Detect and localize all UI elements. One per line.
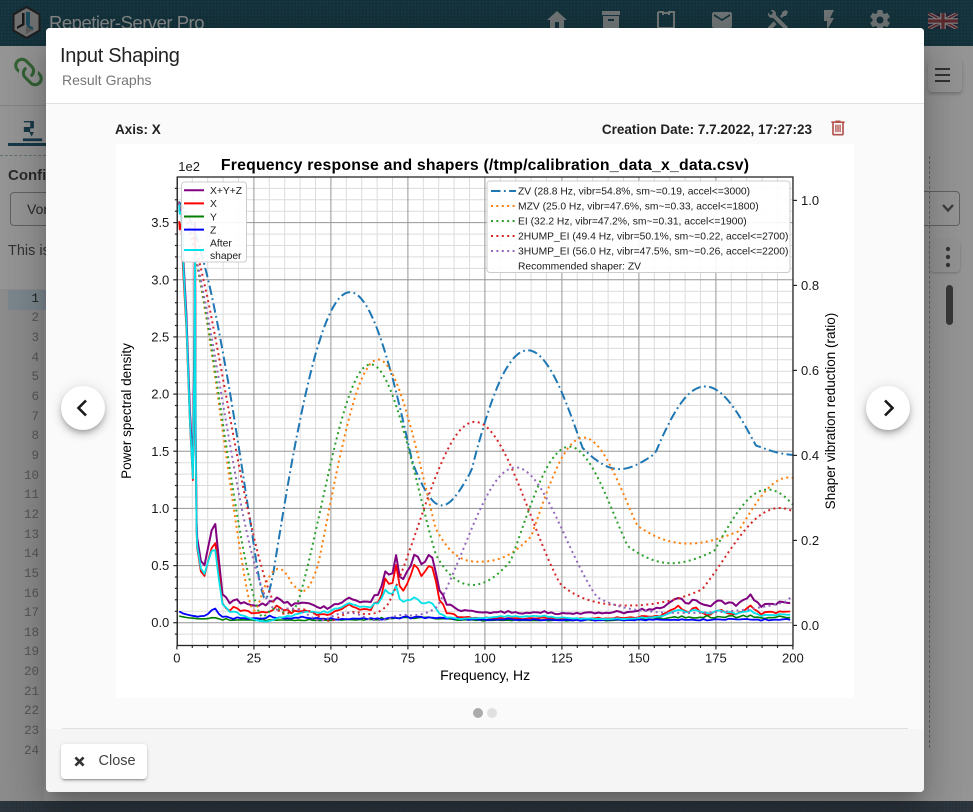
svg-text:1e2: 1e2 [178,159,200,174]
svg-text:MZV (25.0 Hz, vibr=47.6%, sm~=: MZV (25.0 Hz, vibr=47.6%, sm~=0.33, acce… [518,202,759,213]
svg-text:Recommended shaper: ZV: Recommended shaper: ZV [518,262,641,273]
svg-text:3.0: 3.0 [151,272,169,287]
svg-text:1.5: 1.5 [151,444,169,459]
svg-text:125: 125 [551,651,573,666]
svg-text:Power spectral density: Power spectral density [119,343,134,479]
svg-text:X: X [210,199,217,210]
svg-text:2.5: 2.5 [151,329,169,344]
svg-text:0.0: 0.0 [801,618,819,633]
svg-text:Frequency, Hz: Frequency, Hz [440,667,530,683]
svg-text:0.5: 0.5 [151,558,169,573]
svg-text:0.4: 0.4 [801,448,819,463]
svg-text:Shaper vibration reduction (ra: Shaper vibration reduction (ratio) [823,313,838,510]
svg-text:Frequency response and shapers: Frequency response and shapers (/tmp/cal… [221,157,749,174]
svg-text:50: 50 [324,651,338,666]
svg-text:75: 75 [401,651,415,666]
svg-text:shaper: shaper [210,251,242,262]
svg-text:1.0: 1.0 [151,501,169,516]
svg-text:0.2: 0.2 [801,533,819,548]
svg-text:0.0: 0.0 [151,615,169,630]
svg-text:0.6: 0.6 [801,363,819,378]
svg-text:100: 100 [474,651,496,666]
svg-text:3HUMP_EI (56.0 Hz, vibr=47.5%,: 3HUMP_EI (56.0 Hz, vibr=47.5%, sm~=0.26,… [518,247,788,258]
svg-text:3.5: 3.5 [151,215,169,230]
svg-text:0.8: 0.8 [801,278,819,293]
svg-text:X+Y+Z: X+Y+Z [210,186,242,197]
svg-text:Z: Z [210,225,216,236]
svg-text:ZV (28.8 Hz, vibr=54.8%, sm~=0: ZV (28.8 Hz, vibr=54.8%, sm~=0.19, accel… [518,187,750,198]
svg-text:1.0: 1.0 [801,193,819,208]
svg-text:EI (32.2 Hz, vibr=47.2%, sm~=0: EI (32.2 Hz, vibr=47.2%, sm~=0.31, accel… [518,217,747,228]
svg-text:2HUMP_EI (49.4 Hz, vibr=50.1%,: 2HUMP_EI (49.4 Hz, vibr=50.1%, sm~=0.22,… [518,232,788,243]
svg-text:Y: Y [210,212,217,223]
svg-text:0: 0 [173,651,180,666]
svg-text:25: 25 [247,651,261,666]
svg-text:175: 175 [705,651,727,666]
svg-text:200: 200 [782,651,804,666]
svg-text:2.0: 2.0 [151,387,169,402]
svg-text:150: 150 [628,651,650,666]
svg-text:After: After [210,239,232,250]
